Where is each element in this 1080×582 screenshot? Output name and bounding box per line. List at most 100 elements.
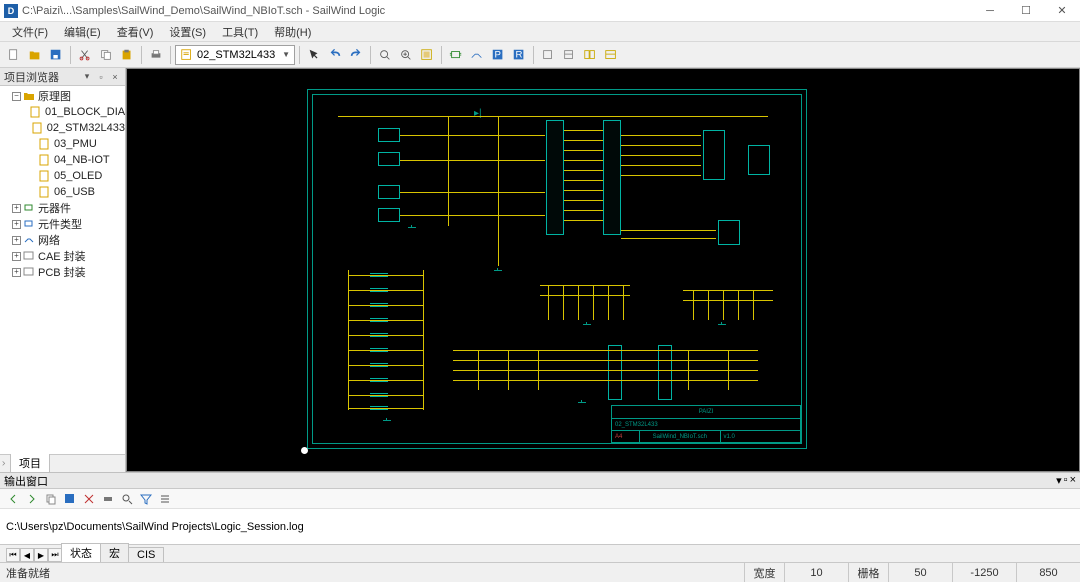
- tree-expand-icon[interactable]: +: [12, 268, 21, 277]
- tree-group-parttypes[interactable]: +元件类型: [0, 216, 125, 232]
- new-button[interactable]: [4, 45, 24, 65]
- project-tree[interactable]: − 原理图 01_BLOCK_DIAGRAM 02_STM32L433 03_P…: [0, 86, 125, 454]
- tree-group-components[interactable]: +元器件: [0, 200, 125, 216]
- app-icon: D: [4, 4, 18, 18]
- tree-root-schematic[interactable]: − 原理图: [0, 88, 125, 104]
- select-tool[interactable]: [304, 45, 324, 65]
- status-width-label: 宽度: [744, 563, 784, 582]
- tool-a[interactable]: [538, 45, 558, 65]
- tabs-nav-prev[interactable]: ◀: [20, 548, 34, 562]
- tree-collapse-icon[interactable]: −: [12, 92, 21, 101]
- project-tab[interactable]: 项目: [10, 454, 50, 473]
- tree-expand-icon[interactable]: +: [12, 204, 21, 213]
- out-copy[interactable]: [42, 491, 60, 507]
- zoom-in-button[interactable]: [396, 45, 416, 65]
- output-close-button[interactable]: ×: [1070, 474, 1076, 487]
- pcb-link-2[interactable]: R: [509, 45, 529, 65]
- origin-marker: [301, 447, 308, 454]
- tabs-nav-last[interactable]: ⏭: [48, 548, 62, 562]
- output-header: 输出窗口 ▾ ▫ ×: [0, 473, 1080, 489]
- sheet-selector[interactable]: 02_STM32L433 ▼: [175, 45, 295, 65]
- tabs-nav-first[interactable]: ⏮: [6, 548, 20, 562]
- redo-button[interactable]: [346, 45, 366, 65]
- minimize-button[interactable]: ─: [972, 0, 1008, 22]
- output-pin-button[interactable]: ▫: [1064, 474, 1068, 487]
- tree-expand-icon[interactable]: +: [12, 220, 21, 229]
- tool-b[interactable]: [559, 45, 579, 65]
- tree-sheet-01[interactable]: 01_BLOCK_DIAGRAM: [0, 104, 125, 120]
- project-browser-panel: 项目浏览器 ▾ ▫ × − 原理图 01_BLOCK_DIAGRAM 02_ST…: [0, 68, 126, 472]
- tree-group-nets[interactable]: +网络: [0, 232, 125, 248]
- menu-view[interactable]: 查看(V): [109, 22, 162, 42]
- out-nav-fwd[interactable]: [23, 491, 41, 507]
- pcb-link-1[interactable]: P: [488, 45, 508, 65]
- pcb-icon: [23, 266, 35, 278]
- tabs-nav-next[interactable]: ▶: [34, 548, 48, 562]
- open-button[interactable]: [25, 45, 45, 65]
- paste-button[interactable]: [117, 45, 137, 65]
- connector-4: [608, 345, 622, 400]
- gnd-icon: [494, 268, 502, 274]
- sheet-icon: [32, 122, 44, 134]
- cut-button[interactable]: [75, 45, 95, 65]
- tree-expand-icon[interactable]: +: [12, 252, 21, 261]
- out-print[interactable]: [99, 491, 117, 507]
- svg-text:R: R: [516, 49, 523, 60]
- out-save[interactable]: [61, 491, 79, 507]
- save-button[interactable]: [46, 45, 66, 65]
- out-filter[interactable]: [137, 491, 155, 507]
- gnd-icon: [383, 418, 391, 424]
- tree-sheet-06[interactable]: 06_USB: [0, 184, 125, 200]
- svg-text:P: P: [495, 49, 501, 60]
- zoom-fit-button[interactable]: [375, 45, 395, 65]
- add-wire-button[interactable]: [467, 45, 487, 65]
- tree-sheet-05[interactable]: 05_OLED: [0, 168, 125, 184]
- schematic-canvas[interactable]: ▸|: [126, 68, 1080, 472]
- title-sheet: 02_STM32L433: [612, 419, 800, 430]
- sheet-icon: [30, 106, 42, 118]
- cae-icon: [23, 250, 35, 262]
- tree-group-cae[interactable]: +CAE 封装: [0, 248, 125, 264]
- menu-file[interactable]: 文件(F): [4, 22, 56, 42]
- undo-button[interactable]: [325, 45, 345, 65]
- add-part-button[interactable]: [446, 45, 466, 65]
- out-list[interactable]: [156, 491, 174, 507]
- connector-5: [658, 345, 672, 400]
- panel-pin-button[interactable]: ▫: [95, 71, 107, 83]
- tree-sheet-04[interactable]: 04_NB-IOT: [0, 152, 125, 168]
- copy-button[interactable]: [96, 45, 116, 65]
- print-button[interactable]: [146, 45, 166, 65]
- out-clear[interactable]: [80, 491, 98, 507]
- output-tab-status[interactable]: 状态: [61, 543, 101, 562]
- tree-sheet-02[interactable]: 02_STM32L433: [0, 120, 125, 136]
- menu-help[interactable]: 帮助(H): [266, 22, 319, 42]
- refresh-button[interactable]: [417, 45, 437, 65]
- out-find[interactable]: [118, 491, 136, 507]
- menu-settings[interactable]: 设置(S): [161, 22, 214, 42]
- tree-group-pcb[interactable]: +PCB 封装: [0, 264, 125, 280]
- mcu-right: [603, 120, 621, 235]
- title-company: PAIZI: [612, 406, 800, 418]
- sheet-icon: [39, 154, 51, 166]
- menu-edit[interactable]: 编辑(E): [56, 22, 109, 42]
- statusbar: 准备就绪 宽度 10 栅格 50 -1250 850: [0, 562, 1080, 582]
- maximize-button[interactable]: ☐: [1008, 0, 1044, 22]
- out-nav-back[interactable]: [4, 491, 22, 507]
- panel-close-button[interactable]: ×: [109, 71, 121, 83]
- sheet-icon: [39, 170, 51, 182]
- panel-dropdown-button[interactable]: ▾: [81, 71, 93, 83]
- diode-icon: ▸|: [474, 108, 482, 119]
- block-3: [378, 185, 400, 199]
- output-tab-cis[interactable]: CIS: [128, 547, 164, 562]
- gnd-icon: [408, 225, 416, 231]
- output-dropdown-button[interactable]: ▾: [1056, 474, 1062, 487]
- tree-expand-icon[interactable]: +: [12, 236, 21, 245]
- tool-d[interactable]: [601, 45, 621, 65]
- close-button[interactable]: ✕: [1044, 0, 1080, 22]
- output-tab-macro[interactable]: 宏: [100, 543, 129, 562]
- menu-tools[interactable]: 工具(T): [214, 22, 266, 42]
- mcu-left: [546, 120, 564, 235]
- tool-c[interactable]: [580, 45, 600, 65]
- tree-sheet-03[interactable]: 03_PMU: [0, 136, 125, 152]
- output-body[interactable]: C:\Users\pz\Documents\SailWind Projects\…: [0, 509, 1080, 544]
